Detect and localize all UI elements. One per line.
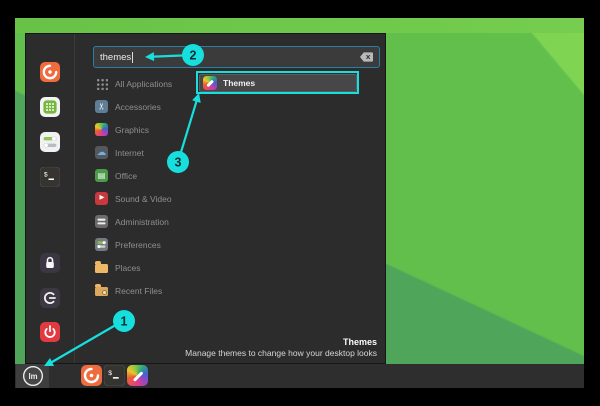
category-internet[interactable]: ☁ Internet bbox=[93, 141, 258, 164]
panel-taskbar: lm $ bbox=[15, 364, 584, 388]
sidebar-item-quit[interactable] bbox=[40, 322, 60, 342]
category-list: All Applications ✂ Accessories Graphics … bbox=[93, 72, 258, 302]
selection-description: Manage themes to change how your desktop… bbox=[185, 348, 377, 358]
mint-logo-icon: lm bbox=[22, 365, 44, 387]
taskbar-item-themes[interactable] bbox=[127, 365, 148, 386]
terminal-icon: $ bbox=[40, 167, 60, 187]
svg-text:$: $ bbox=[108, 370, 112, 377]
sidebar-item-firefox[interactable] bbox=[40, 62, 60, 82]
category-sound-video[interactable]: ▶ Sound & Video bbox=[93, 187, 258, 210]
clear-search-icon[interactable] bbox=[360, 52, 373, 62]
accessories-scissors-icon: ✂ bbox=[95, 100, 108, 113]
category-administration[interactable]: Administration bbox=[93, 210, 258, 233]
menu-sidebar: $ bbox=[26, 34, 75, 363]
category-recent-files[interactable]: Recent Files bbox=[93, 279, 258, 302]
terminal-icon: $ bbox=[104, 365, 125, 386]
svg-text:$: $ bbox=[44, 172, 48, 179]
taskbar-item-files[interactable] bbox=[56, 365, 77, 386]
sidebar-item-system-settings[interactable] bbox=[40, 132, 60, 152]
category-places[interactable]: Places bbox=[93, 256, 258, 279]
administration-sliders-icon bbox=[95, 215, 108, 228]
screenshot-frame: $ bbox=[0, 0, 600, 406]
logout-icon bbox=[40, 288, 60, 308]
category-preferences[interactable]: Preferences bbox=[93, 233, 258, 256]
cinnamon-menu: $ bbox=[25, 33, 386, 364]
desktop: $ bbox=[15, 18, 584, 388]
svg-text:lm: lm bbox=[28, 372, 37, 381]
category-graphics[interactable]: Graphics bbox=[93, 118, 258, 141]
system-settings-icon bbox=[40, 132, 60, 152]
category-accessories[interactable]: ✂ Accessories bbox=[93, 95, 258, 118]
sidebar-item-lock-screen[interactable] bbox=[40, 253, 60, 273]
graphics-rainbow-icon bbox=[95, 123, 108, 136]
category-office[interactable]: ▤ Office bbox=[93, 164, 258, 187]
search-input[interactable]: themes bbox=[93, 46, 380, 68]
all-applications-grid-icon bbox=[95, 77, 108, 90]
power-icon bbox=[40, 322, 60, 342]
firefox-icon bbox=[81, 365, 102, 386]
taskbar-item-terminal[interactable]: $ bbox=[104, 365, 125, 386]
lock-icon bbox=[40, 253, 60, 273]
taskbar-item-firefox[interactable] bbox=[81, 365, 102, 386]
wallpaper-top-band bbox=[15, 18, 584, 33]
internet-cloud-icon: ☁ bbox=[95, 146, 108, 159]
places-folder-icon bbox=[95, 264, 108, 274]
preferences-toggles-icon bbox=[95, 238, 108, 251]
selection-title: Themes bbox=[185, 337, 377, 347]
firefox-icon bbox=[40, 62, 60, 82]
sidebar-item-software-manager[interactable] bbox=[40, 97, 60, 117]
media-play-icon: ▶ bbox=[95, 192, 108, 205]
selection-info: Themes Manage themes to change how your … bbox=[185, 337, 377, 358]
search-result-themes[interactable]: Themes bbox=[199, 74, 357, 92]
recent-files-folder-clock-icon bbox=[95, 287, 108, 297]
sidebar-item-logout[interactable] bbox=[40, 288, 60, 308]
software-manager-icon bbox=[40, 97, 60, 117]
text-cursor bbox=[132, 52, 133, 63]
sidebar-item-files[interactable] bbox=[40, 202, 60, 222]
office-document-icon: ▤ bbox=[95, 169, 108, 182]
themes-palette-brush-icon bbox=[203, 76, 217, 90]
sidebar-item-terminal[interactable]: $ bbox=[40, 167, 60, 187]
search-value: themes bbox=[100, 52, 131, 63]
menu-launcher-button[interactable]: lm bbox=[16, 364, 49, 388]
